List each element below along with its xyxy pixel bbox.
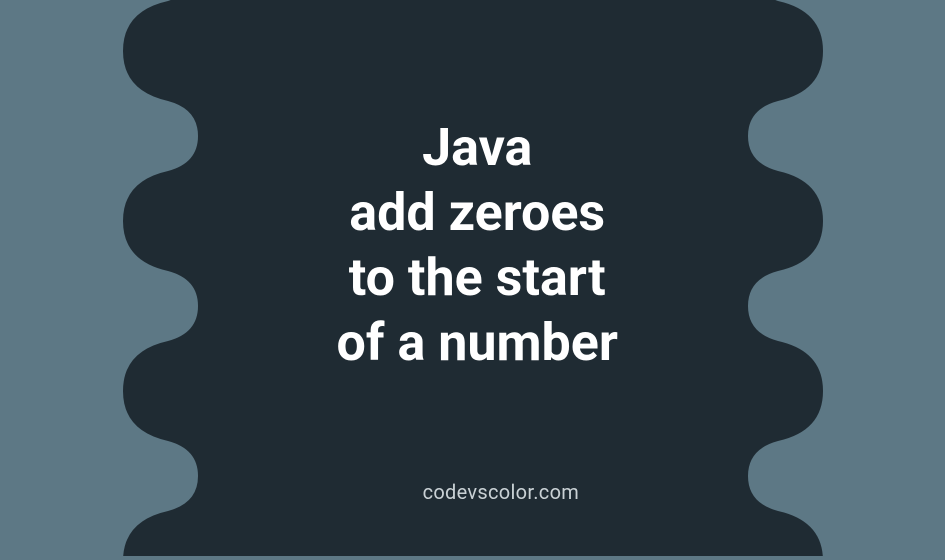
title-line-2: add zeroes xyxy=(337,180,618,245)
title-text: Java add zeroes to the start of a number xyxy=(337,115,618,375)
title-line-3: to the start xyxy=(337,245,618,310)
watermark-text: codevscolor.com xyxy=(423,480,580,504)
title-line-1: Java xyxy=(337,115,618,180)
title-line-4: of a number xyxy=(337,310,618,375)
